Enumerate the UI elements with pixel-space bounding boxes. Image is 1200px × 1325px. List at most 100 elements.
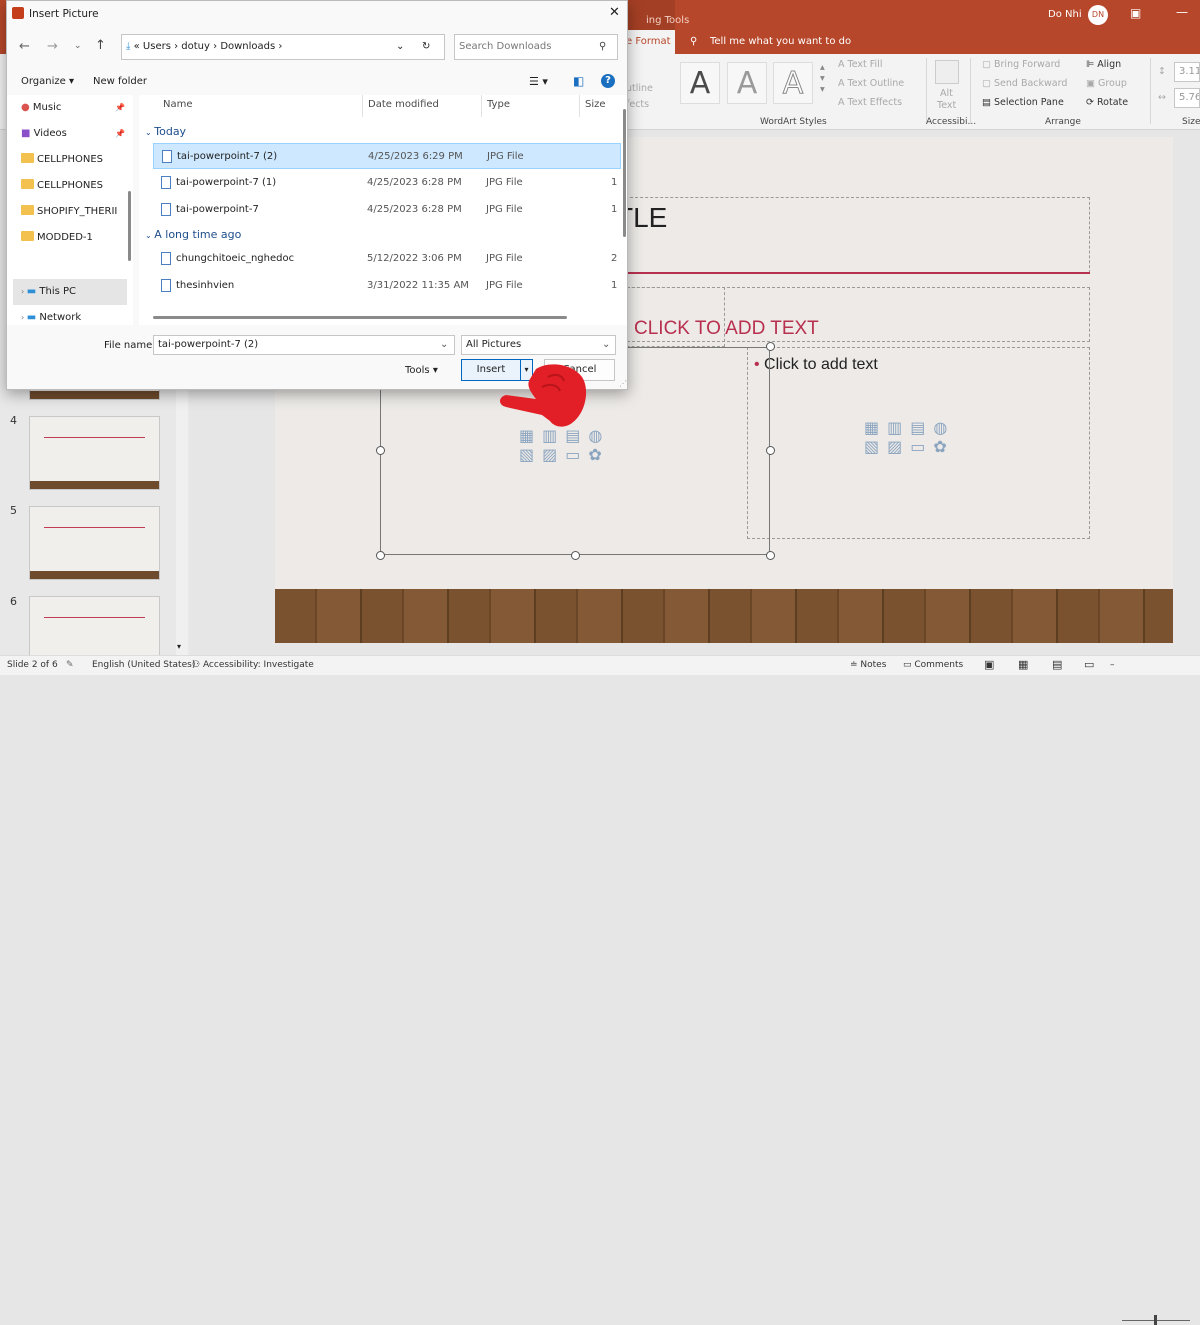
back-icon[interactable]: ← bbox=[19, 39, 30, 54]
slide-thumbnail[interactable] bbox=[29, 506, 160, 580]
text-effects-button[interactable]: A Text Effects bbox=[838, 97, 902, 108]
gallery-scroll-icon[interactable]: ▴ ▾ ▾ bbox=[820, 62, 825, 95]
ribbon-display-icon[interactable]: ▣ bbox=[1130, 6, 1141, 20]
wordart-style-2[interactable]: A bbox=[727, 62, 767, 104]
nav-item-cellphones[interactable]: CELLPHONES bbox=[21, 147, 131, 173]
scroll-down-icon[interactable]: ▾ bbox=[177, 642, 181, 651]
title-placeholder[interactable]: TLE bbox=[615, 197, 1090, 273]
slideshow-icon[interactable]: ▭ bbox=[1084, 658, 1094, 671]
bring-forward-button[interactable]: ▢ Bring Forward bbox=[982, 59, 1060, 70]
file-row[interactable]: thesinhvien 3/31/2022 11:35 AM JPG File 1 bbox=[153, 273, 621, 299]
up-icon[interactable]: ↑ bbox=[95, 38, 106, 53]
selection-pane-button[interactable]: ▤ Selection Pane bbox=[982, 97, 1064, 108]
chevron-down-icon[interactable]: ⌄ bbox=[602, 336, 610, 354]
text-fill-button[interactable]: A Text Fill bbox=[838, 59, 882, 70]
group-button[interactable]: ▣ Group bbox=[1086, 78, 1127, 89]
slide-thumbnail[interactable] bbox=[29, 416, 160, 490]
refresh-icon[interactable]: ↻ bbox=[422, 35, 430, 59]
avatar[interactable]: DN bbox=[1088, 5, 1108, 25]
nav-scrollbar[interactable] bbox=[128, 191, 131, 261]
align-label: Align bbox=[1097, 59, 1122, 70]
view-options-icon[interactable]: ☰ ▾ bbox=[529, 75, 548, 88]
nav-item-network[interactable]: › ▬ Network bbox=[13, 305, 123, 331]
close-icon[interactable]: ✕ bbox=[609, 5, 620, 20]
reading-view-icon[interactable]: ▤ bbox=[1052, 658, 1062, 671]
file-name-input[interactable]: tai-powerpoint-7 (2) ⌄ bbox=[153, 335, 455, 355]
help-icon[interactable]: ? bbox=[601, 74, 615, 88]
content-placeholder-right[interactable]: • Click to add text ▦▥▤◍ ▧▨▭✿ bbox=[747, 347, 1090, 539]
column-name[interactable]: Name bbox=[163, 99, 193, 110]
column-type[interactable]: Type bbox=[487, 99, 510, 110]
chevron-down-icon: ⌄ bbox=[145, 128, 155, 137]
slide-sorter-icon[interactable]: ▦ bbox=[1018, 658, 1028, 671]
align-button[interactable]: ⊫ Align bbox=[1086, 59, 1121, 70]
send-backward-button[interactable]: ▢ Send Backward bbox=[982, 78, 1067, 89]
file-type-filter[interactable]: All Pictures ⌄ bbox=[461, 335, 616, 355]
breadcrumb-overflow[interactable]: « bbox=[134, 41, 140, 52]
resize-handle[interactable] bbox=[376, 551, 385, 560]
breadcrumb-users[interactable]: Users bbox=[143, 41, 171, 52]
alt-text-icon[interactable] bbox=[935, 60, 959, 84]
accessibility-button[interactable]: ⚇ Accessibility: Investigate bbox=[192, 660, 314, 670]
bullet-label: Click to add text bbox=[764, 356, 878, 373]
breadcrumb-dotuy[interactable]: dotuy bbox=[181, 41, 210, 52]
nav-item-this-pc[interactable]: › ▬ This PC bbox=[13, 279, 127, 305]
resize-handle[interactable] bbox=[376, 446, 385, 455]
notes-button[interactable]: ≐ Notes bbox=[850, 660, 886, 670]
zoom-slider-thumb[interactable] bbox=[1154, 1315, 1157, 1325]
wordart-style-3[interactable]: A bbox=[773, 62, 813, 104]
minimize-icon[interactable]: — bbox=[1176, 5, 1188, 19]
tools-button[interactable]: Tools ▾ bbox=[405, 365, 438, 376]
text-outline-label: Text Outline bbox=[847, 78, 905, 89]
language-indicator[interactable]: English (United States) bbox=[92, 660, 195, 670]
text-effects-cut[interactable]: fects bbox=[626, 99, 649, 110]
new-folder-button[interactable]: New folder bbox=[93, 76, 147, 87]
resize-handle[interactable] bbox=[766, 342, 775, 351]
nav-item-shopify[interactable]: SHOPIFY_THERII bbox=[21, 199, 131, 225]
file-row[interactable]: tai-powerpoint-7 (1) 4/25/2023 6:28 PM JPG… bbox=[153, 170, 621, 196]
tell-me-search[interactable]: Tell me what you want to do bbox=[710, 30, 851, 54]
nav-item-modded[interactable]: MODDED-1 bbox=[21, 225, 131, 251]
breadcrumb-downloads[interactable]: Downloads bbox=[220, 41, 275, 52]
nav-item-music[interactable]: ● Music 📌 bbox=[21, 95, 131, 121]
width-input[interactable]: 5.76" bbox=[1174, 88, 1200, 108]
file-list-vscrollbar[interactable] bbox=[623, 109, 626, 237]
slide-counter[interactable]: Slide 2 of 6 bbox=[7, 660, 58, 670]
forward-icon[interactable]: → bbox=[47, 39, 58, 54]
search-input[interactable]: Search Downloads ⚲ bbox=[454, 34, 618, 60]
height-input[interactable]: 3.11" bbox=[1174, 62, 1200, 82]
chevron-down-icon[interactable]: ⌄ bbox=[396, 35, 404, 59]
rotate-button[interactable]: ⟳ Rotate bbox=[1086, 97, 1128, 108]
column-date[interactable]: Date modified bbox=[368, 99, 439, 110]
spell-check-icon[interactable]: ✎ bbox=[66, 660, 74, 670]
chevron-down-icon[interactable]: ⌄ bbox=[440, 336, 448, 354]
address-bar[interactable]: ⤓ « Users › dotuy › Downloads › ⌄ ↻ bbox=[121, 34, 445, 60]
insert-content-icons[interactable]: ▦▥▤◍ ▧▨▭✿ bbox=[864, 418, 955, 456]
file-row[interactable]: chungchitoeic_nghedoc 5/12/2022 3:06 PM JP… bbox=[153, 246, 621, 272]
resize-handle[interactable] bbox=[766, 551, 775, 560]
nav-item-videos[interactable]: ■ Videos 📌 bbox=[21, 121, 131, 147]
file-row[interactable]: tai-powerpoint-7 4/25/2023 6:28 PM JPG Fil… bbox=[153, 197, 621, 223]
preview-pane-icon[interactable]: ◧ bbox=[573, 74, 584, 88]
group-header-today[interactable]: ⌄ Today bbox=[145, 125, 186, 138]
resize-handle[interactable] bbox=[766, 446, 775, 455]
text-outline-button[interactable]: A Text Outline bbox=[838, 78, 904, 89]
text-outline-cut[interactable]: utline bbox=[626, 83, 653, 94]
comments-button[interactable]: ▭ Comments bbox=[903, 660, 963, 670]
zoom-out-icon[interactable]: – bbox=[1110, 660, 1115, 670]
group-label-arrange: Arrange bbox=[1045, 117, 1081, 127]
file-list-hscrollbar[interactable] bbox=[153, 316, 567, 319]
wordart-style-1[interactable]: A bbox=[680, 62, 720, 104]
file-row[interactable]: tai-powerpoint-7 (2) 4/25/2023 6:29 PM JPG… bbox=[153, 143, 621, 169]
column-size[interactable]: Size bbox=[585, 99, 606, 110]
organize-button[interactable]: Organize ▾ bbox=[21, 76, 74, 87]
nav-item-cellphones-2[interactable]: CELLPHONES bbox=[21, 173, 131, 199]
recent-dropdown-icon[interactable]: ⌄ bbox=[74, 41, 82, 51]
tab-format[interactable]: e Format bbox=[622, 30, 675, 54]
selection-pane-label: Selection Pane bbox=[994, 97, 1064, 108]
resize-grip-icon[interactable]: ⋰ bbox=[619, 379, 627, 388]
resize-handle[interactable] bbox=[571, 551, 580, 560]
normal-view-icon[interactable]: ▣ bbox=[984, 658, 994, 671]
group-header-long-ago[interactable]: ⌄ A long time ago bbox=[145, 228, 241, 241]
pc-icon: ▬ bbox=[26, 286, 40, 297]
